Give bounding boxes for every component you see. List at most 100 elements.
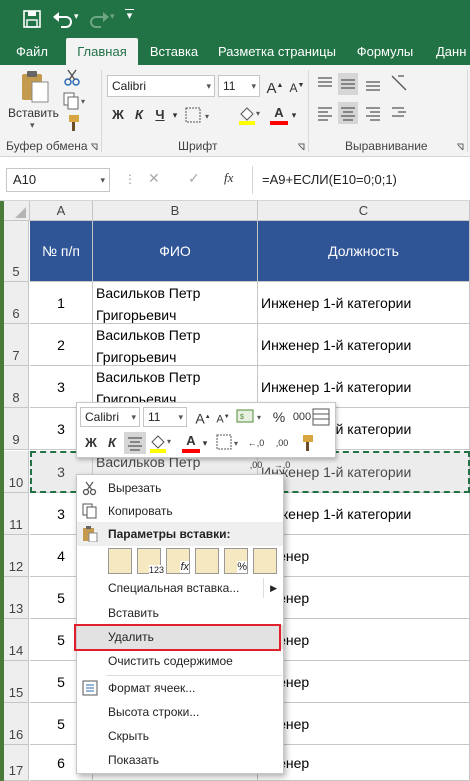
table-header-cell[interactable]: Должность [258, 221, 470, 282]
position-cell[interactable]: Инженер 1-й категории [258, 282, 470, 324]
menu-item-insert[interactable]: Вставить [77, 601, 283, 625]
paste-option-link-icon[interactable] [253, 548, 277, 574]
mini-font-color-dropdown-icon[interactable]: ▾ [200, 432, 210, 454]
menu-item-row-height[interactable]: Высота строки... [77, 700, 283, 724]
alignment-launcher-icon[interactable] [456, 143, 464, 151]
font-color-dropdown-icon[interactable]: ▾ [289, 104, 299, 126]
tab-insert[interactable]: Вставка [143, 38, 205, 65]
position-cell[interactable]: Инженер 1-й категории [258, 324, 470, 366]
name-cell[interactable]: Васильков Петр Григорьевич [93, 324, 258, 366]
name-cell[interactable]: Васильков Петр Григорьевич [93, 282, 258, 324]
row-header[interactable]: 5 [4, 221, 29, 282]
paste-option-formulas-icon[interactable]: fx [166, 548, 190, 574]
mini-font-size-combo[interactable]: 11 ▾ [143, 407, 187, 427]
position-cell[interactable]: нженер [258, 535, 470, 577]
insert-function-button[interactable]: fx [224, 170, 233, 186]
menu-item-format-cells[interactable]: Формат ячеек... [77, 676, 283, 700]
tab-home[interactable]: Главная [66, 38, 138, 65]
grow-font-button[interactable]: A▲ [264, 75, 286, 97]
select-all-button[interactable] [4, 201, 30, 221]
mini-format-painter-icon[interactable] [297, 434, 315, 452]
font-name-combo[interactable]: Calibri ▾ [107, 75, 215, 97]
mini-number-format-icon[interactable]: $ ▾ [236, 408, 266, 426]
menu-item-cut[interactable]: Вырезать [77, 476, 283, 500]
formula-divider [252, 166, 253, 194]
font-size-combo[interactable]: 11 ▾ [218, 75, 260, 97]
row-header[interactable]: 10 [4, 451, 29, 493]
bold-button[interactable]: Ж [107, 104, 129, 126]
table-header-cell[interactable]: № п/п [30, 221, 93, 282]
paste-option-paste-icon[interactable] [108, 548, 132, 574]
paste-icon[interactable] [20, 70, 50, 104]
mini-percent-button[interactable]: % [268, 406, 290, 428]
row-header[interactable]: 7 [4, 324, 29, 366]
column-header-a[interactable]: A [30, 201, 93, 221]
table-header-cell[interactable]: ФИО [93, 221, 258, 282]
name-box[interactable]: A10 ▾ [6, 168, 110, 192]
format-painter-icon[interactable] [63, 114, 81, 132]
customize-qat-icon[interactable]: ▾ [125, 9, 134, 22]
number-cell[interactable]: 2 [30, 324, 93, 366]
formula-input[interactable]: =A9+ЕСЛИ(E10=0;0;1) [256, 168, 470, 192]
tab-formulas[interactable]: Формулы [350, 38, 420, 65]
row-header[interactable]: 13 [4, 577, 29, 619]
mini-font-name-combo[interactable]: Calibri ▾ [80, 407, 140, 427]
row-header[interactable]: 12 [4, 535, 29, 577]
clipboard-launcher-icon[interactable] [90, 143, 98, 151]
shrink-font-button[interactable]: A▼ [286, 75, 308, 97]
column-header-b[interactable]: B [93, 201, 258, 221]
copy-icon[interactable]: ▾ [63, 92, 87, 110]
position-cell[interactable]: нженер [258, 577, 470, 619]
borders-icon[interactable]: ▾ [185, 106, 215, 126]
paste-option-values-icon[interactable]: 123 [137, 548, 164, 575]
undo-icon[interactable] [52, 9, 74, 29]
mini-fill-color-icon[interactable]: ▾ [148, 432, 174, 454]
mini-italic-button[interactable]: К [101, 432, 123, 454]
row-header[interactable]: 9 [4, 408, 29, 450]
row-header[interactable]: 11 [4, 493, 29, 535]
alignment-buttons[interactable] [314, 72, 464, 128]
font-launcher-icon[interactable] [297, 143, 305, 151]
cut-icon[interactable] [63, 68, 81, 86]
underline-dropdown-icon[interactable]: ▾ [170, 104, 180, 126]
underline-button[interactable]: Ч [149, 104, 171, 126]
mini-borders-icon[interactable]: ▾ [216, 434, 244, 452]
position-cell[interactable]: Инженер 1-й категории [258, 493, 470, 535]
italic-button[interactable]: К [128, 104, 150, 126]
position-cell[interactable]: нженер [258, 661, 470, 703]
row-header[interactable]: 15 [4, 661, 29, 703]
name-line-2: Григорьевич [96, 307, 177, 323]
row-header[interactable]: 17 [4, 745, 29, 781]
menu-item-copy[interactable]: Копировать [77, 499, 283, 523]
paste-option-formatting-icon[interactable]: % [224, 548, 248, 574]
undo-dropdown-icon[interactable]: ▾ [74, 11, 79, 22]
paste-dropdown-icon[interactable]: ▾ [30, 120, 35, 131]
mini-bold-button[interactable]: Ж [80, 432, 102, 454]
menu-item-show[interactable]: Показать [77, 748, 283, 772]
tab-file[interactable]: Файл [8, 38, 56, 65]
mini-increase-decimal-button[interactable]: ←,0 ,00 [244, 432, 268, 470]
column-header-c[interactable]: C [258, 201, 470, 221]
position-cell[interactable]: нженер [258, 745, 470, 781]
mini-shrink-font-button[interactable]: A▼ [212, 406, 234, 428]
menu-item-hide[interactable]: Скрыть [77, 724, 283, 748]
row-header[interactable]: 14 [4, 619, 29, 661]
row-header[interactable]: 8 [4, 366, 29, 408]
tab-data[interactable]: Данн [436, 38, 470, 65]
menu-item-clear-contents[interactable]: Очистить содержимое [77, 649, 283, 673]
save-icon[interactable] [23, 10, 41, 28]
mini-grow-font-button[interactable]: A▲ [192, 406, 214, 428]
menu-item-paste-special[interactable]: Специальная вставка... ▶ [77, 576, 283, 600]
row-header[interactable]: 6 [4, 282, 29, 324]
position-cell[interactable]: нженер [258, 619, 470, 661]
mini-table-format-icon[interactable] [312, 408, 330, 426]
mini-align-center-icon[interactable] [124, 432, 146, 454]
mini-decrease-decimal-button[interactable]: ,00 →,0 [270, 432, 294, 470]
tab-page-layout[interactable]: Разметка страницы [215, 38, 339, 65]
paste-option-transpose-icon[interactable] [195, 548, 219, 574]
paste-label[interactable]: Вставить [8, 106, 59, 120]
position-cell[interactable]: нженер [258, 703, 470, 745]
number-cell[interactable]: 1 [30, 282, 93, 324]
fill-color-icon[interactable]: ▾ [237, 104, 263, 126]
row-header[interactable]: 16 [4, 703, 29, 745]
